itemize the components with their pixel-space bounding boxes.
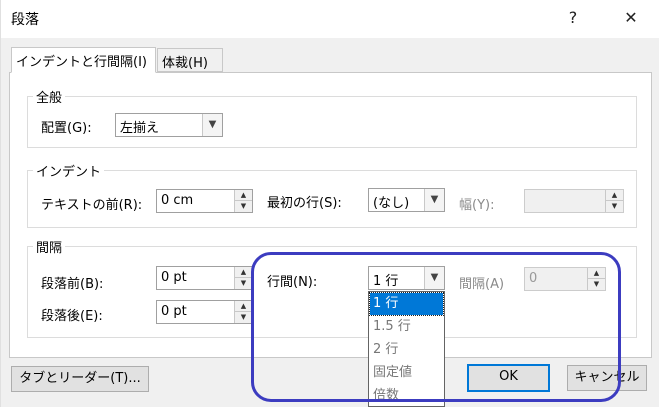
line-spacing-option-1-5[interactable]: 1.5 行 [370, 316, 443, 338]
before-text-label: テキストの前(R): [41, 198, 143, 213]
chevron-down-icon: ▼ [424, 189, 444, 211]
spin-down-icon[interactable]: ▼ [234, 312, 252, 323]
chevron-down-icon: ▼ [202, 114, 222, 136]
spacing-before-input[interactable]: 0 pt ▲ ▼ [156, 266, 253, 290]
spacing-group [27, 246, 637, 338]
spin-down-icon[interactable]: ▼ [234, 201, 252, 212]
before-text-value: 0 cm [161, 193, 194, 208]
paragraph-dialog: 段落 ? ✕ インデントと行間隔(I) 体裁(H) 全般 配置(G): 左揃え … [0, 0, 659, 407]
line-spacing-value: 1 行 [373, 274, 399, 289]
chevron-down-icon: ▼ [424, 267, 444, 289]
spacing-after-input[interactable]: 0 pt ▲ ▼ [156, 300, 253, 324]
cancel-button[interactable]: キャンセル [567, 365, 647, 391]
spin-up-icon[interactable]: ▲ [234, 301, 252, 312]
by-input[interactable]: ▲ ▼ [524, 189, 624, 213]
by-label: 幅(Y): [459, 198, 495, 213]
line-spacing-select[interactable]: 1 行 ▼ [368, 266, 445, 290]
dialog-title: 段落 [11, 12, 39, 28]
at-input[interactable]: 0 ▲ ▼ [524, 267, 606, 291]
line-spacing-dropdown-list: 1 行 1.5 行 2 行 固定値 倍数 [368, 291, 445, 407]
general-group-title: 全般 [33, 87, 66, 106]
spacing-group-title: 間隔 [33, 237, 66, 256]
alignment-select[interactable]: 左揃え ▼ [115, 113, 223, 137]
help-button[interactable]: ? [561, 6, 585, 30]
spin-down-icon[interactable]: ▼ [234, 278, 252, 289]
first-line-value: (なし) [373, 196, 410, 211]
first-line-label: 最初の行(S): [267, 196, 342, 211]
line-spacing-option-single[interactable]: 1 行 [369, 292, 444, 316]
spin-down-icon[interactable]: ▼ [605, 201, 623, 212]
line-spacing-label: 行間(N): [267, 275, 318, 290]
spacing-after-label: 段落後(E): [41, 309, 103, 324]
title-bar: 段落 ? ✕ [1, 0, 659, 38]
line-spacing-option-exactly[interactable]: 固定値 [370, 362, 443, 384]
line-spacing-option-double[interactable]: 2 行 [370, 339, 443, 361]
close-button[interactable]: ✕ [619, 6, 643, 30]
ok-button[interactable]: OK [467, 364, 550, 392]
first-line-select[interactable]: (なし) ▼ [368, 188, 445, 212]
alignment-value: 左揃え [120, 121, 160, 136]
at-value: 0 [529, 271, 538, 286]
spin-up-icon[interactable]: ▲ [234, 190, 252, 201]
spin-up-icon[interactable]: ▲ [587, 268, 605, 279]
alignment-label: 配置(G): [41, 121, 92, 136]
tab-indents-spacing[interactable]: インデントと行間隔(I) [11, 47, 156, 73]
spin-down-icon[interactable]: ▼ [587, 279, 605, 290]
spacing-before-label: 段落前(B): [41, 277, 104, 292]
at-label: 間隔(A) [459, 277, 505, 292]
spin-up-icon[interactable]: ▲ [234, 267, 252, 278]
spacing-after-value: 0 pt [161, 304, 187, 319]
line-spacing-option-multiple[interactable]: 倍数 [370, 385, 443, 407]
spacing-before-value: 0 pt [161, 270, 187, 285]
indentation-group-title: インデント [33, 161, 105, 180]
spin-up-icon[interactable]: ▲ [605, 190, 623, 201]
tabs-leaders-button[interactable]: タブとリーダー(T)... [11, 366, 149, 392]
tab-line-page-breaks[interactable]: 体裁(H) [157, 48, 223, 72]
before-text-input[interactable]: 0 cm ▲ ▼ [156, 189, 253, 213]
